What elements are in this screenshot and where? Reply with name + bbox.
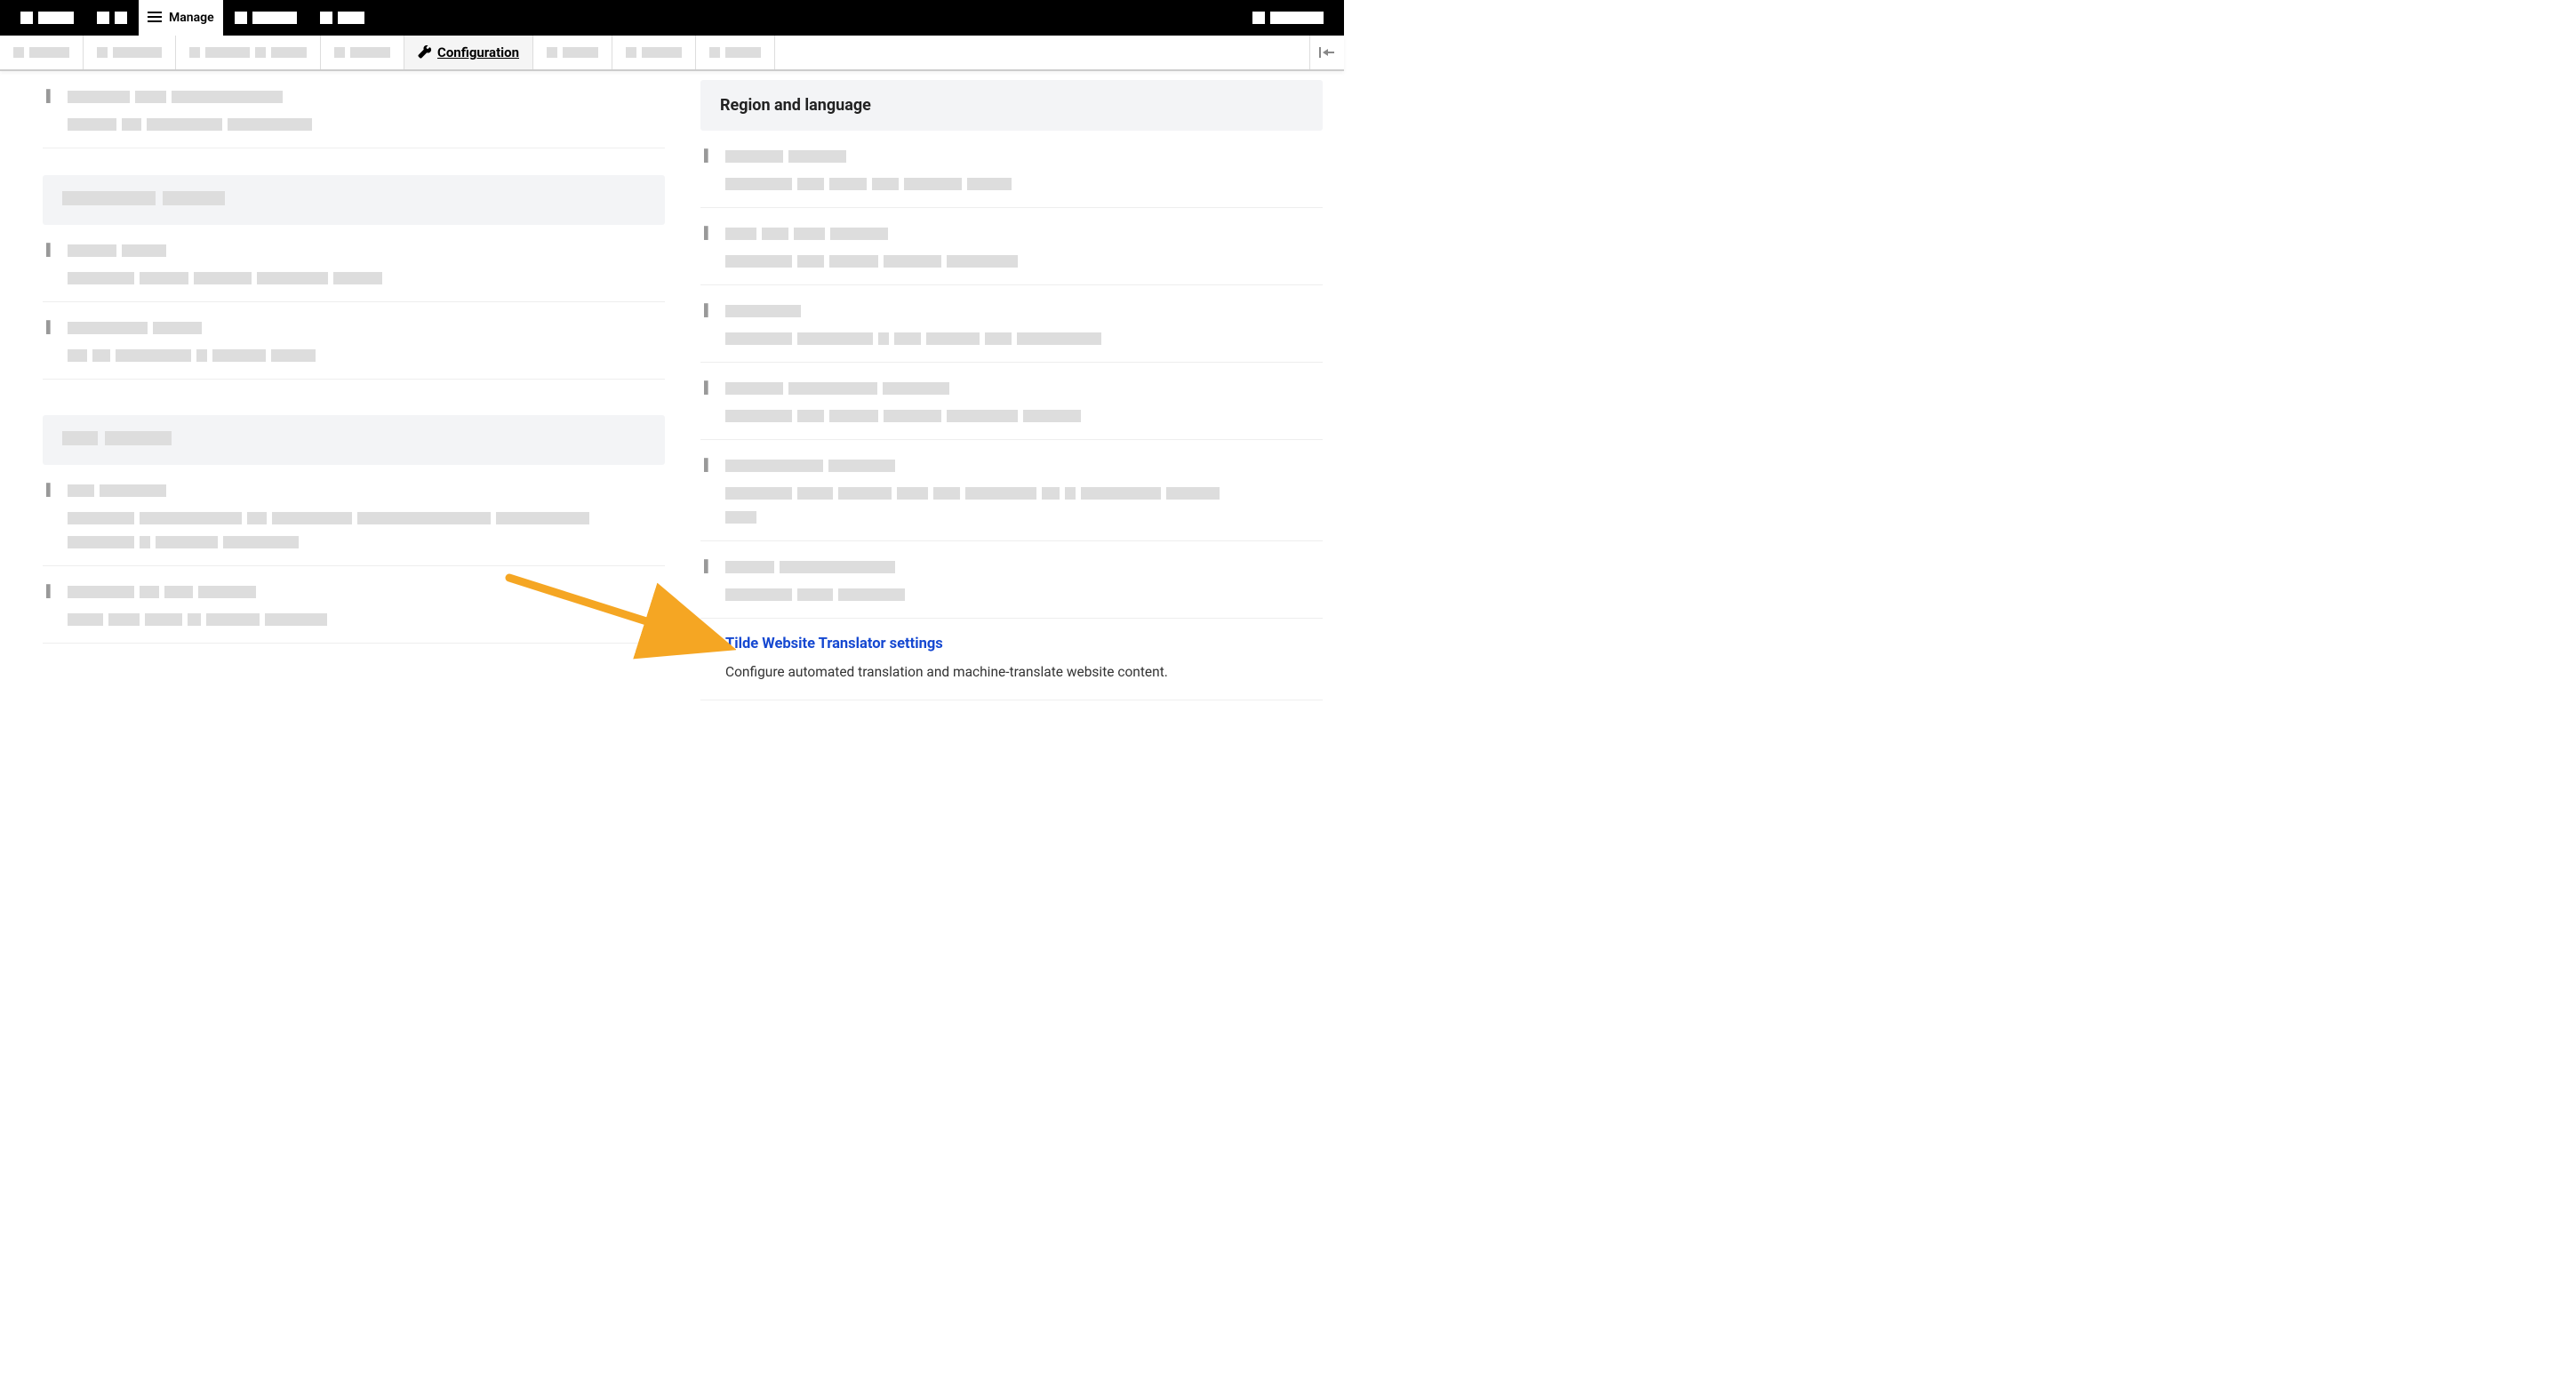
section-title: Region and language — [720, 96, 1303, 115]
main-content: ▌ ▌ ▌ ▌ ▌ — [0, 71, 1344, 700]
tilde-translator-settings-item[interactable]: › Tilde Website Translator settings Conf… — [700, 619, 1323, 700]
right-item-1[interactable]: ▌ — [700, 131, 1323, 208]
tilde-translator-link[interactable]: Tilde Website Translator settings — [725, 636, 943, 652]
nav2-item-configuration[interactable]: Configuration — [404, 36, 533, 69]
right-item-6[interactable]: ▌ — [700, 541, 1323, 619]
left-item-4[interactable]: ▌ — [43, 465, 665, 566]
wrench-icon — [418, 45, 432, 60]
nav2-item-4[interactable] — [321, 36, 404, 69]
chevron-icon: ▌ — [46, 584, 54, 598]
chevron-icon: ▌ — [46, 89, 54, 103]
nav2-item-6[interactable] — [612, 36, 696, 69]
nav2-item-3[interactable] — [176, 36, 321, 69]
chevron-icon: ▌ — [704, 303, 712, 317]
chevron-icon: ▌ — [704, 458, 712, 472]
chevron-icon: ▌ — [704, 380, 712, 395]
left-item-2[interactable]: ▌ — [43, 225, 665, 302]
left-item-5[interactable]: ▌ — [43, 566, 665, 644]
chevron-icon: ▌ — [46, 483, 54, 497]
left-section-header-1 — [43, 175, 665, 225]
configuration-label: Configuration — [437, 44, 519, 60]
topbar-item-2[interactable] — [85, 0, 139, 36]
chevron-icon: ▌ — [46, 320, 54, 334]
hamburger-icon — [148, 12, 162, 24]
collapse-icon — [1319, 46, 1335, 59]
secondary-navbar: Configuration — [0, 36, 1344, 71]
topbar-item-3[interactable] — [223, 0, 308, 36]
top-toolbar: Manage — [0, 0, 1344, 36]
nav2-item-7[interactable] — [696, 36, 775, 69]
topbar-item-manage[interactable]: Manage — [139, 0, 223, 36]
left-item-1[interactable]: ▌ — [43, 71, 665, 148]
region-language-header: Region and language — [700, 80, 1323, 131]
navbar-collapse-button[interactable] — [1309, 36, 1344, 69]
right-column: Region and language ▌ ▌ ▌ ▌ ▌ — [700, 71, 1323, 700]
nav2-item-5[interactable] — [533, 36, 612, 69]
topbar-item-right[interactable] — [1241, 0, 1335, 36]
tilde-translator-description: Configure automated translation and mach… — [725, 661, 1323, 684]
right-item-3[interactable]: ▌ — [700, 285, 1323, 363]
right-item-2[interactable]: ▌ — [700, 208, 1323, 285]
left-item-3[interactable]: ▌ — [43, 302, 665, 380]
chevron-icon: ▌ — [704, 226, 712, 240]
right-item-4[interactable]: ▌ — [700, 363, 1323, 440]
chevron-right-icon: › — [704, 636, 708, 653]
left-column: ▌ ▌ ▌ ▌ ▌ — [43, 71, 665, 700]
chevron-icon: ▌ — [704, 148, 712, 163]
nav2-item-1[interactable] — [0, 36, 84, 69]
topbar-item-4[interactable] — [308, 0, 376, 36]
nav2-item-2[interactable] — [84, 36, 176, 69]
manage-label: Manage — [169, 11, 214, 25]
topbar-item-1[interactable] — [9, 0, 85, 36]
left-section-header-2 — [43, 415, 665, 465]
chevron-icon: ▌ — [46, 243, 54, 257]
chevron-icon: ▌ — [704, 559, 712, 573]
right-item-5[interactable]: ▌ — [700, 440, 1323, 541]
